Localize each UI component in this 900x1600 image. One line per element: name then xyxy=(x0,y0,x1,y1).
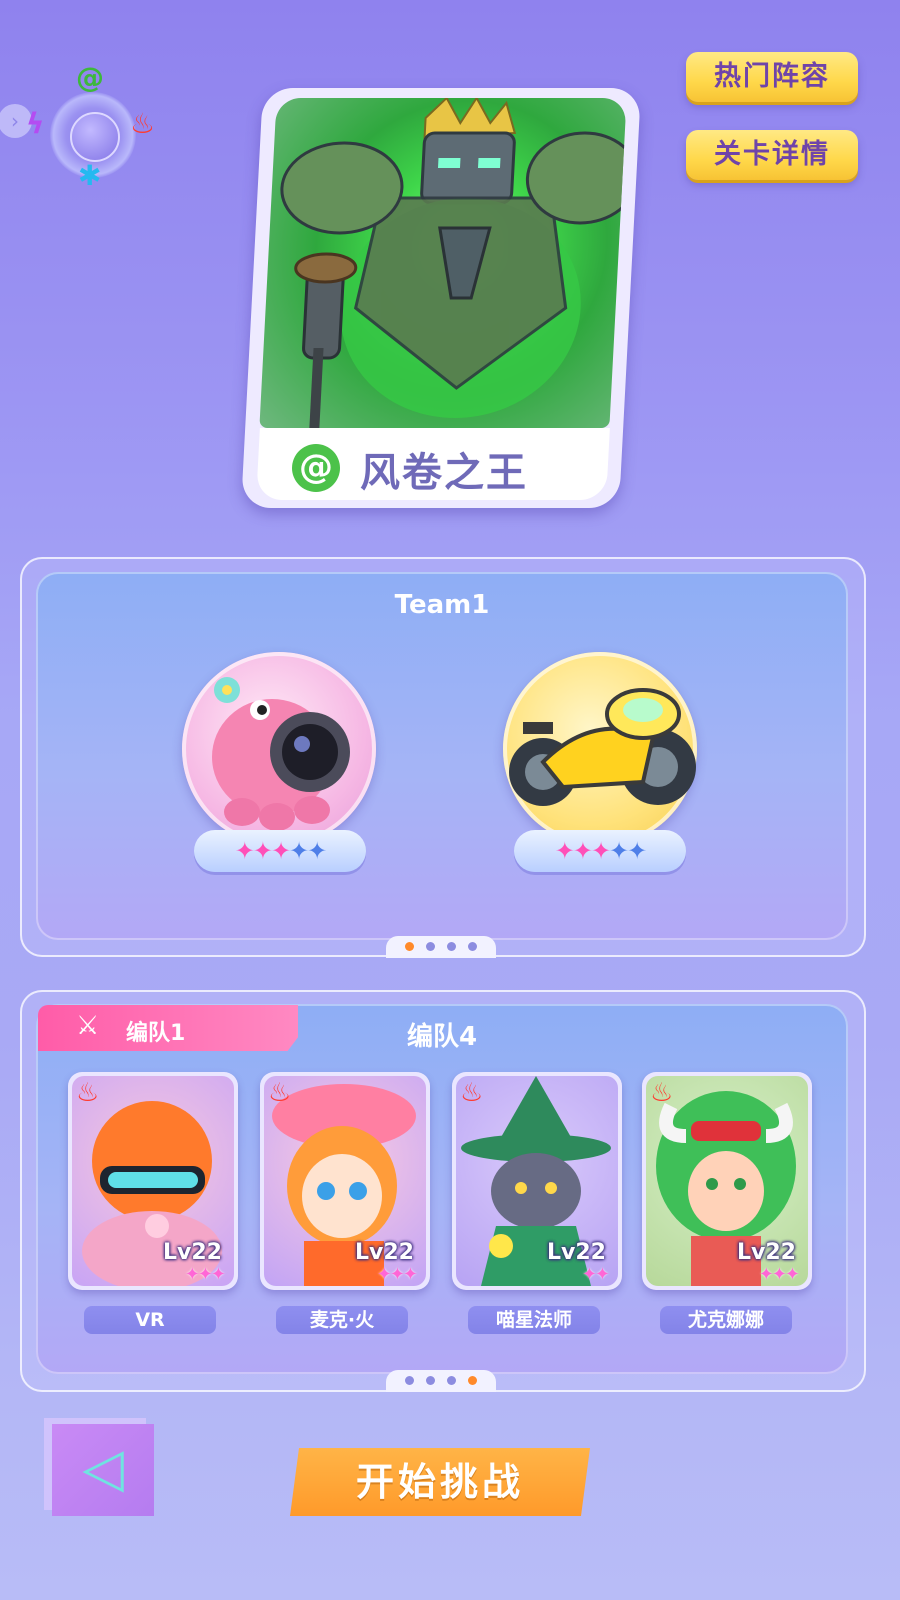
boss-illustration xyxy=(280,98,627,428)
formation-page-dot[interactable] xyxy=(468,1376,477,1385)
pet-2-stars: ✦✦✦✦✦ xyxy=(514,830,686,872)
back-arrow-icon: ◁ xyxy=(82,1436,124,1499)
yellow-motorcycle-icon xyxy=(509,688,696,806)
fire-element-icon: ♨ xyxy=(650,1078,674,1108)
hero-stars: ✦✦✦ xyxy=(758,1264,800,1285)
start-challenge-button[interactable]: 开始挑战 xyxy=(290,1448,590,1516)
hero-card-yukenana[interactable]: ♨ Lv22 ✦✦✦ xyxy=(642,1072,812,1290)
formation-page-dot[interactable] xyxy=(405,1376,414,1385)
wind-element-icon: @ xyxy=(292,444,340,492)
tab-formation-1[interactable]: ⚔ 编队1 xyxy=(38,1005,298,1051)
hero-stars: ✦✦ xyxy=(581,1264,610,1285)
team-page-dot[interactable] xyxy=(405,942,414,951)
back-button[interactable]: ◁ xyxy=(52,1424,154,1516)
hero-level: Lv22 xyxy=(547,1240,606,1265)
hero-level: Lv22 xyxy=(355,1240,414,1265)
boss-name: 风卷之王 xyxy=(360,450,528,496)
fire-element-icon: ♨ xyxy=(460,1078,484,1108)
ice-icon: ✱ xyxy=(78,159,102,192)
fire-element-icon: ♨ xyxy=(76,1078,100,1108)
wind-icon: @ xyxy=(76,61,104,94)
pink-octopus-camera-icon xyxy=(212,677,350,831)
hero-stars: ✦✦✦ xyxy=(184,1264,226,1285)
team-pager[interactable] xyxy=(386,936,496,958)
formation-page-dot[interactable] xyxy=(426,1376,435,1385)
fire-element-icon: ♨ xyxy=(268,1078,292,1108)
hero-name: 麦克·火 xyxy=(276,1306,408,1334)
team-title: Team1 xyxy=(394,590,490,620)
wheel-core xyxy=(70,112,120,162)
pet-slot-2[interactable] xyxy=(503,652,697,846)
element-wheel[interactable]: › @ ϟ ♨ ✱ xyxy=(0,64,158,200)
hero-card-mike-fire[interactable]: ♨ Lv22 ✦✦✦ xyxy=(260,1072,430,1290)
team-page-dot[interactable] xyxy=(426,942,435,951)
hero-name: 尤克娜娜 xyxy=(660,1306,792,1334)
hero-card-cat-mage[interactable]: ♨ Lv22 ✦✦ xyxy=(452,1072,622,1290)
hero-name: 喵星法师 xyxy=(468,1306,600,1334)
fire-icon: ♨ xyxy=(130,107,156,140)
hero-level: Lv22 xyxy=(163,1240,222,1265)
hero-name: VR xyxy=(84,1306,216,1334)
team-panel-inner: Team1 xyxy=(36,572,848,940)
boss-card[interactable]: @ 风卷之王 xyxy=(240,88,642,508)
team-page-dot[interactable] xyxy=(447,942,456,951)
pet-slot-1[interactable] xyxy=(182,652,376,846)
stage-details-button[interactable]: 关卡详情 xyxy=(686,130,858,180)
formation-page-dot[interactable] xyxy=(447,1376,456,1385)
hot-lineup-button[interactable]: 热门阵容 xyxy=(686,52,858,102)
hero-stars: ✦✦✦ xyxy=(376,1264,418,1285)
crossed-swords-icon: ⚔ xyxy=(76,1011,100,1041)
hero-card-vr[interactable]: ♨ Lv22 ✦✦✦ xyxy=(68,1072,238,1290)
pet-1-stars: ✦✦✦✦✦ xyxy=(194,830,366,872)
hero-level: Lv22 xyxy=(737,1240,796,1265)
team-page-dot[interactable] xyxy=(468,942,477,951)
boss-portrait xyxy=(259,98,627,428)
formation-pager[interactable] xyxy=(386,1370,496,1392)
lightning-icon: ϟ xyxy=(26,107,45,140)
tab-label: 编队1 xyxy=(126,1021,186,1046)
